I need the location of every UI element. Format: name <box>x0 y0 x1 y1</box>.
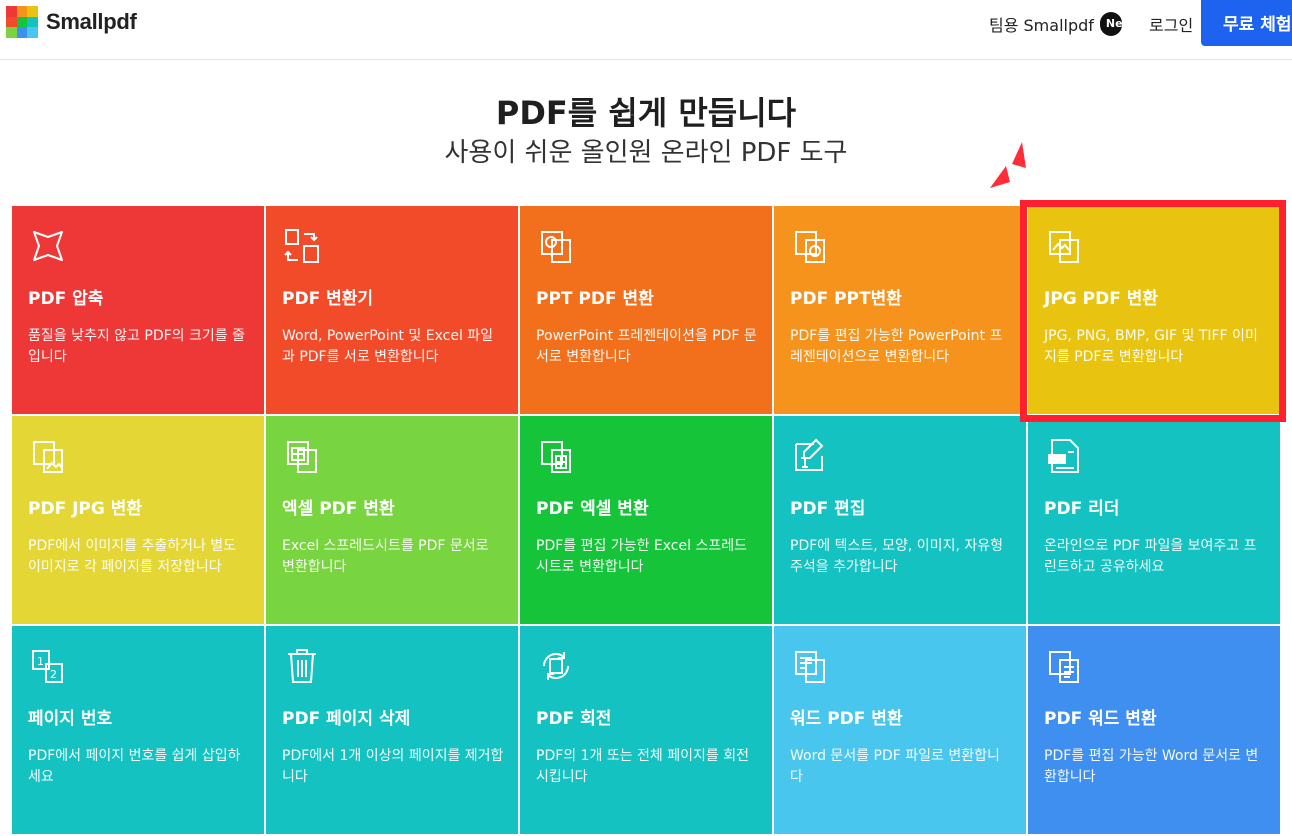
tool-description: Word 문서를 PDF 파일로 변환합니다 <box>790 748 1000 785</box>
tool-title: 엑셀 PDF 변환 <box>282 499 395 519</box>
tool-title: PDF PPT변환 <box>790 289 902 309</box>
page-title: PDF를 쉽게 만듭니다 <box>495 94 797 132</box>
page-numbers-icon: 12 <box>28 646 68 686</box>
tool-tile-trash[interactable]: PDF 페이지 삭제 PDF에서 1개 이상의 페이지를 제거합니다 <box>266 626 518 834</box>
tool-title: PDF 회전 <box>536 709 612 729</box>
jpg-to-pdf-icon <box>1044 226 1084 266</box>
tool-description: JPG, PNG, BMP, GIF 및 TIFF 이미지를 PDF로 변환합니… <box>1044 328 1258 365</box>
tool-tile-edit-pdf[interactable]: PDF 편집 PDF에 텍스트, 모양, 이미지, 자유형 주석을 추가합니다 <box>774 416 1026 624</box>
convert-icon <box>282 226 322 266</box>
tool-tile-rotate[interactable]: PDF 회전 PDF의 1개 또는 전체 페이지를 회전시킵니다 <box>520 626 772 834</box>
tool-title: PDF 리더 <box>1044 499 1120 519</box>
new-badge: New <box>1099 12 1122 36</box>
tool-title: PDF 엑셀 변환 <box>536 499 649 519</box>
tool-description: 품질을 낮추지 않고 PDF의 크기를 줄입니다 <box>28 328 245 365</box>
tool-tile-pdf-to-excel[interactable]: PDF 엑셀 변환 PDF를 편집 가능한 Excel 스프레드시트로 변환합니다 <box>520 416 772 624</box>
logo-icon <box>6 6 38 38</box>
tool-tile-convert[interactable]: PDF 변환기 Word, PowerPoint 및 Excel 파일과 PDF를… <box>266 206 518 414</box>
tools-grid: PDF 압축품질을 낮추지 않고 PDF의 크기를 줄입니다 PDF 변환기 Wor… <box>12 206 1280 836</box>
tool-title: 페이지 번호 <box>28 709 113 729</box>
login-link[interactable]: 로그인 <box>1149 12 1193 36</box>
tool-tile-pdf-to-word[interactable]: PDF 워드 변환 PDF를 편집 가능한 Word 문서로 변환합니다 <box>1028 626 1280 834</box>
pointer-arrow-icon <box>990 142 1026 188</box>
word-to-pdf-icon <box>790 646 830 686</box>
tool-title: PDF JPG 변환 <box>28 499 143 519</box>
tool-description: Word, PowerPoint 및 Excel 파일과 PDF를 서로 변환합… <box>282 328 494 365</box>
tool-tile-pdf-reader[interactable]: PDF 리더온라인으로 PDF 파일을 보여주고 프린트하고 공유하세요 <box>1028 416 1280 624</box>
tool-tile-word-to-pdf[interactable]: 워드 PDF 변환 Word 문서를 PDF 파일로 변환합니다 <box>774 626 1026 834</box>
ppt-to-pdf-icon <box>536 226 576 266</box>
tool-description: PDF에 텍스트, 모양, 이미지, 자유형 주석을 추가합니다 <box>790 538 1003 575</box>
tool-description: PDF의 1개 또는 전체 페이지를 회전시킵니다 <box>536 748 749 785</box>
pdf-to-excel-icon <box>536 436 576 476</box>
brand-logo[interactable]: Smallpdf <box>6 6 137 38</box>
tool-title: PDF 편집 <box>790 499 866 519</box>
tool-description: PDF에서 1개 이상의 페이지를 제거합니다 <box>282 748 504 785</box>
tool-description: PDF를 편집 가능한 Excel 스프레드시트로 변환합니다 <box>536 538 747 575</box>
tool-tile-pdf-to-ppt[interactable]: PDF PPT변환 PDF를 편집 가능한 PowerPoint 프레젠테이션으로… <box>774 206 1026 414</box>
free-trial-button[interactable]: 무료 체험 <box>1201 0 1292 46</box>
tool-tile-compress[interactable]: PDF 압축품질을 낮추지 않고 PDF의 크기를 줄입니다 <box>12 206 264 414</box>
tool-description: PowerPoint 프레젠테이션을 PDF 문서로 변환합니다 <box>536 328 757 365</box>
tool-title: PDF 페이지 삭제 <box>282 709 411 729</box>
tool-description: PDF를 편집 가능한 Word 문서로 변환합니다 <box>1044 748 1259 785</box>
pdf-to-word-icon <box>1044 646 1084 686</box>
tool-title: PDF 변환기 <box>282 289 374 309</box>
page-subtitle: 사용이 쉬운 올인원 온라인 PDF 도구 <box>444 138 848 168</box>
tool-title: PDF 압축 <box>28 289 104 309</box>
rotate-icon <box>536 646 576 686</box>
tool-tile-ppt-to-pdf[interactable]: PPT PDF 변환 PowerPoint 프레젠테이션을 PDF 문서로 변환합… <box>520 206 772 414</box>
top-header: Smallpdf 팀용 Smallpdf New 로그인 무료 체험 <box>0 0 1292 60</box>
svg-text:2: 2 <box>50 668 57 681</box>
team-link[interactable]: 팀용 Smallpdf New <box>989 12 1122 36</box>
pdf-to-ppt-icon <box>790 226 830 266</box>
tool-title: JPG PDF 변환 <box>1044 289 1159 309</box>
tool-description: PDF에서 페이지 번호를 쉽게 삽입하세요 <box>28 748 241 785</box>
tool-description: PDF에서 이미지를 추출하거나 별도 이미지로 각 페이지를 저장합니다 <box>28 538 237 575</box>
pdf-reader-icon <box>1044 436 1084 476</box>
tool-tile-page-numbers[interactable]: 1 2 페이지 번호 PDF에서 페이지 번호를 쉽게 삽입하세요 <box>12 626 264 834</box>
tool-description: Excel 스프레드시트를 PDF 문서로 변환합니다 <box>282 538 489 575</box>
tool-tile-jpg-to-pdf[interactable]: JPG PDF 변환 JPG, PNG, BMP, GIF 및 TIFF 이미지를… <box>1028 206 1280 414</box>
excel-to-pdf-icon <box>282 436 322 476</box>
pdf-to-jpg-icon <box>28 436 68 476</box>
compress-icon <box>28 226 68 266</box>
tool-tile-pdf-to-jpg[interactable]: PDF JPG 변환 PDF에서 이미지를 추출하거나 별도 이미지로 각 페이지… <box>12 416 264 624</box>
tool-title: 워드 PDF 변환 <box>790 709 903 729</box>
tool-description: PDF를 편집 가능한 PowerPoint 프레젠테이션으로 변환합니다 <box>790 328 1003 365</box>
tool-description: 온라인으로 PDF 파일을 보여주고 프린트하고 공유하세요 <box>1044 538 1257 575</box>
tool-title: PDF 워드 변환 <box>1044 709 1157 729</box>
trash-icon <box>282 646 322 686</box>
brand-name: Smallpdf <box>46 9 137 34</box>
edit-pdf-icon <box>790 436 830 476</box>
svg-text:1: 1 <box>37 655 44 668</box>
tool-tile-excel-to-pdf[interactable]: 엑셀 PDF 변환 Excel 스프레드시트를 PDF 문서로 변환합니다 <box>266 416 518 624</box>
team-label: 팀용 Smallpdf <box>989 16 1094 35</box>
tool-title: PPT PDF 변환 <box>536 289 654 309</box>
